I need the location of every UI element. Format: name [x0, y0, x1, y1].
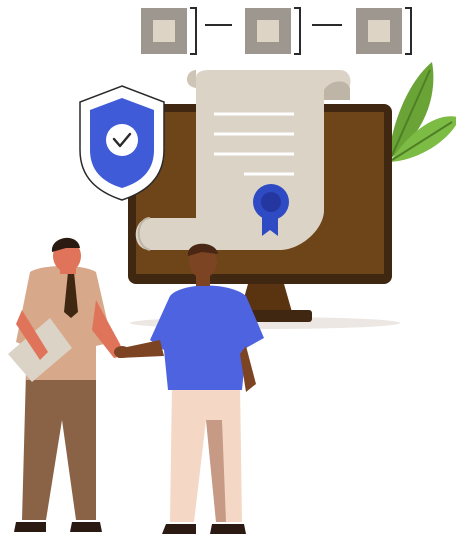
leaf-icon [388, 62, 456, 162]
block-icon [356, 7, 412, 55]
handshake-illustration [8, 7, 456, 534]
block-chain [141, 7, 412, 55]
person-right [118, 243, 264, 534]
handshake-hands [114, 346, 130, 358]
shoe [210, 524, 246, 534]
legs [170, 384, 242, 522]
shoe [162, 524, 196, 534]
shield-check-icon [79, 85, 165, 201]
legs [22, 372, 96, 520]
shoe [14, 522, 46, 532]
block-icon [141, 7, 197, 55]
shoe [70, 522, 102, 532]
person-left [8, 237, 124, 532]
block-icon [245, 7, 301, 55]
